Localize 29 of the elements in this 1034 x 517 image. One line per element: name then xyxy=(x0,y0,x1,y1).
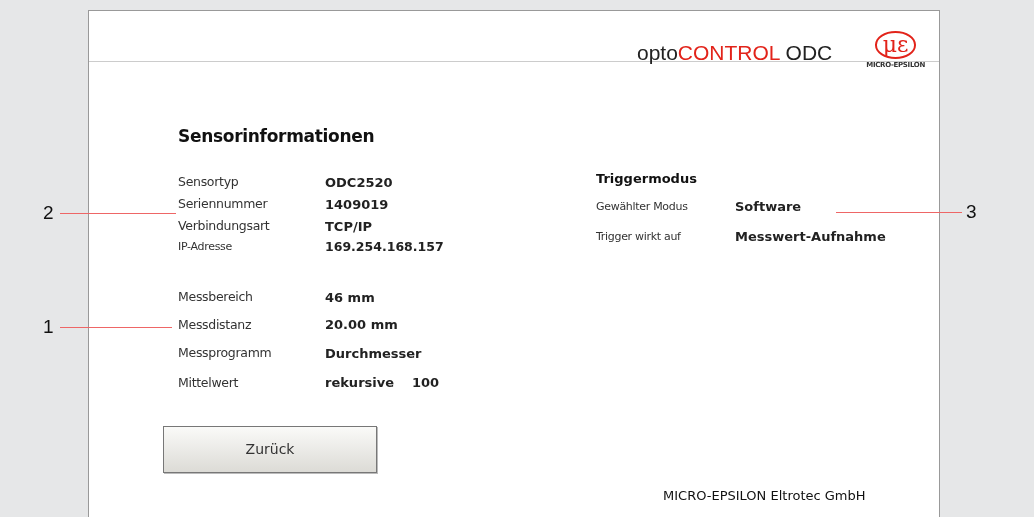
field-label: Messprogramm xyxy=(178,344,273,363)
field-value: 169.254.168.157 xyxy=(325,238,444,257)
callout-number: 1 xyxy=(43,317,54,336)
field-label: Seriennummer xyxy=(178,195,269,214)
field-label: Messbereich xyxy=(178,288,254,307)
field-value: ODC2520 xyxy=(325,173,393,192)
callout-number: 3 xyxy=(966,202,977,221)
field-label: IP-Adresse xyxy=(178,239,233,256)
company-name: MICRO-EPSILON Eltrotec GmbH xyxy=(663,486,866,505)
field-label: Sensortyp xyxy=(178,173,240,192)
field-value: TCP/IP xyxy=(325,217,373,236)
field-label: Trigger wirkt auf xyxy=(596,228,682,245)
field-value: Software xyxy=(735,198,802,217)
field-value: 1409019 xyxy=(325,195,389,214)
field-label: Gewählter Modus xyxy=(596,198,689,215)
field-label: Mittelwert xyxy=(178,373,240,392)
section-title: Triggermodus xyxy=(596,169,698,188)
field-value: rekursive xyxy=(325,374,395,393)
field-value: 100 xyxy=(412,374,440,393)
field-value: Durchmesser xyxy=(325,344,422,363)
back-button[interactable]: Zurück xyxy=(163,425,377,473)
page-title: Sensorinformationen xyxy=(178,125,376,148)
callout-number: 2 xyxy=(43,203,54,222)
product-title: optoCONTROL ODC xyxy=(636,42,833,63)
field-value: 46 mm xyxy=(325,288,375,307)
field-value: Messwert-Aufnahme xyxy=(735,228,886,247)
field-label: Verbindungsart xyxy=(178,217,271,236)
field-value: 20.00 mm xyxy=(325,316,398,335)
field-label: Messdistanz xyxy=(178,315,253,334)
